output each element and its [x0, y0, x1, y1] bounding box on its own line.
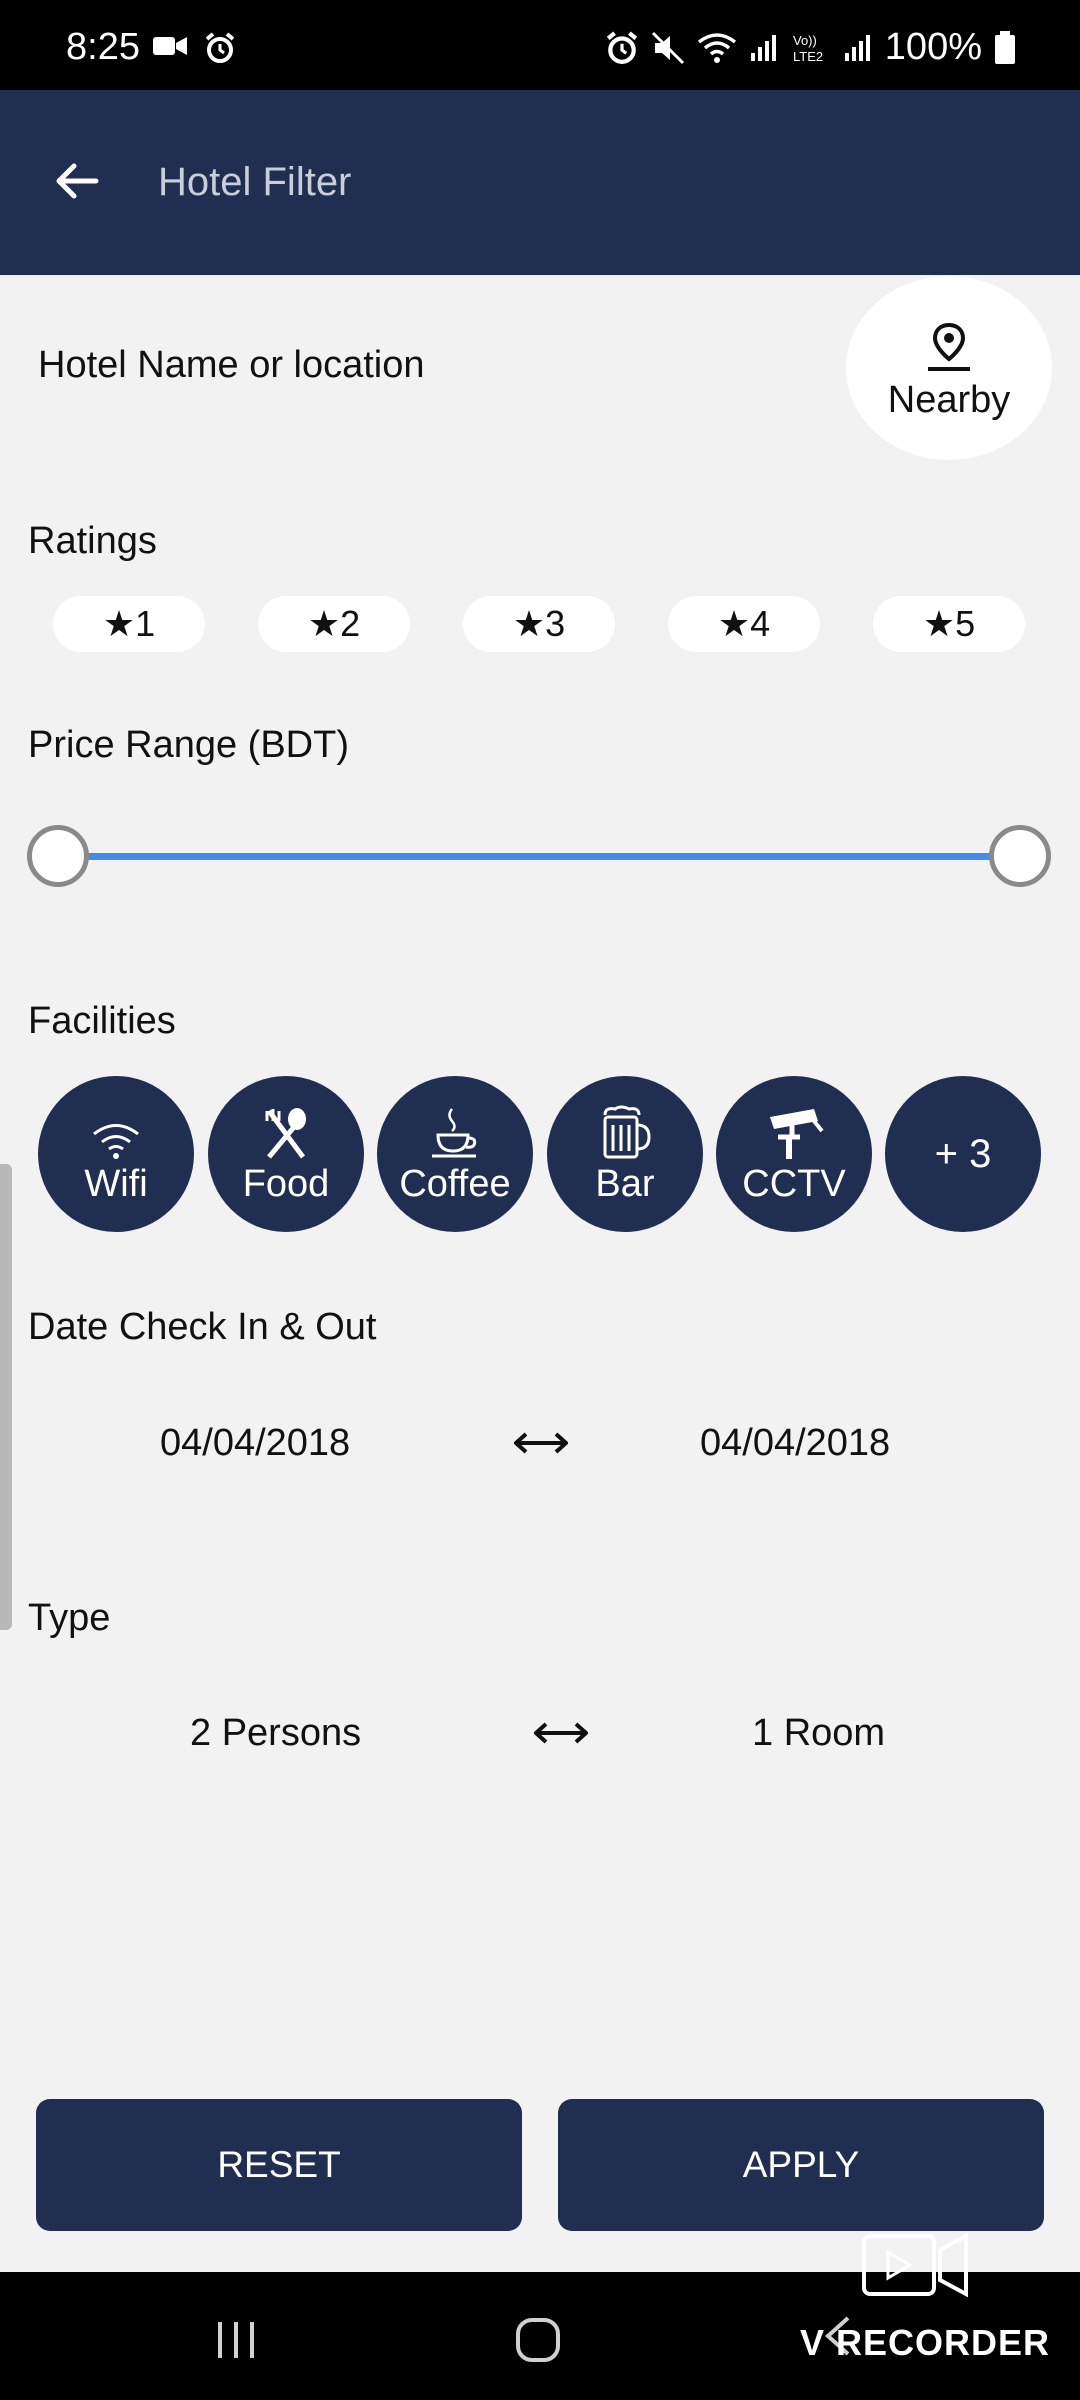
facility-wifi[interactable]: Wifi: [38, 1076, 194, 1232]
cctv-camera-icon: [770, 1108, 824, 1159]
check-out-date[interactable]: 04/04/2018: [700, 1422, 890, 1465]
signal-icon: [750, 34, 776, 61]
facility-coffee[interactable]: Coffee: [377, 1076, 533, 1232]
rating-chip-3[interactable]: ★3: [463, 596, 615, 652]
status-time: 8:25: [66, 26, 140, 68]
svg-text:LTE2: LTE2: [793, 49, 823, 64]
facilities-heading: Facilities: [28, 1000, 176, 1042]
double-arrow-icon: [534, 1722, 588, 1744]
fork-spoon-icon: [265, 1107, 306, 1159]
recents-icon[interactable]: [214, 2318, 258, 2362]
facility-label: Bar: [595, 1162, 655, 1205]
coffee-cup-icon: [432, 1107, 477, 1157]
home-icon[interactable]: [514, 2316, 562, 2364]
status-bar: 8:25 Vo)) LTE2 100%: [0, 0, 1080, 90]
persons-selector[interactable]: 2 Persons: [190, 1712, 361, 1755]
edge-panel-handle[interactable]: [0, 1164, 12, 1630]
more-facilities-count: + 3: [934, 1131, 992, 1176]
type-heading: Type: [28, 1597, 111, 1639]
app-bar: Hotel Filter: [0, 90, 1080, 275]
facility-label: CCTV: [742, 1162, 846, 1205]
volte-icon: Vo))LTE2: [793, 33, 823, 64]
price-max-thumb[interactable]: [989, 825, 1051, 887]
hotel-search-field[interactable]: Hotel Name or location: [38, 344, 425, 387]
check-in-date[interactable]: 04/04/2018: [160, 1422, 350, 1465]
ratings-heading: Ratings: [28, 520, 157, 562]
price-range-heading: Price Range (BDT): [28, 724, 349, 766]
rooms-selector[interactable]: 1 Room: [752, 1712, 885, 1755]
alarm-icon: [205, 32, 235, 63]
beer-mug-icon: [603, 1105, 651, 1158]
price-range-track[interactable]: [58, 853, 1020, 860]
apply-button[interactable]: APPLY: [558, 2099, 1044, 2231]
facility-food[interactable]: Food: [208, 1076, 364, 1232]
signal-icon: [844, 34, 870, 61]
back-arrow-icon[interactable]: [52, 156, 102, 206]
location-pin-icon: [928, 322, 970, 371]
video-camera-icon: [153, 37, 187, 55]
wifi-icon: [93, 1123, 139, 1159]
rating-chip-1[interactable]: ★1: [53, 596, 205, 652]
recorder-watermark-text: V RECORDER: [800, 2322, 1051, 2363]
rating-chip-5[interactable]: ★5: [873, 596, 1025, 652]
battery-percentage: 100%: [884, 26, 982, 68]
svg-text:Vo)): Vo)): [793, 33, 817, 48]
wifi-icon: [697, 32, 736, 63]
facility-label: Coffee: [399, 1162, 511, 1205]
facility-cctv[interactable]: CCTV: [716, 1076, 872, 1232]
rating-chip-2[interactable]: ★2: [258, 596, 410, 652]
nearby-button[interactable]: Nearby: [846, 276, 1052, 460]
date-heading: Date Check In & Out: [28, 1306, 377, 1348]
recorder-watermark-icon: [862, 2232, 968, 2298]
facility-label: Food: [242, 1162, 330, 1205]
alarm-icon: [606, 30, 637, 64]
facility-more-button[interactable]: + 3: [885, 1076, 1041, 1232]
facility-label: Wifi: [84, 1162, 148, 1205]
reset-button[interactable]: RESET: [36, 2099, 522, 2231]
battery-icon: [995, 30, 1015, 64]
facility-bar[interactable]: Bar: [547, 1076, 703, 1232]
mute-icon: [651, 31, 684, 64]
page-title: Hotel Filter: [158, 160, 352, 204]
double-arrow-icon: [514, 1432, 568, 1454]
nearby-label: Nearby: [887, 378, 1011, 421]
rating-chip-4[interactable]: ★4: [668, 596, 820, 652]
price-min-thumb[interactable]: [27, 825, 89, 887]
